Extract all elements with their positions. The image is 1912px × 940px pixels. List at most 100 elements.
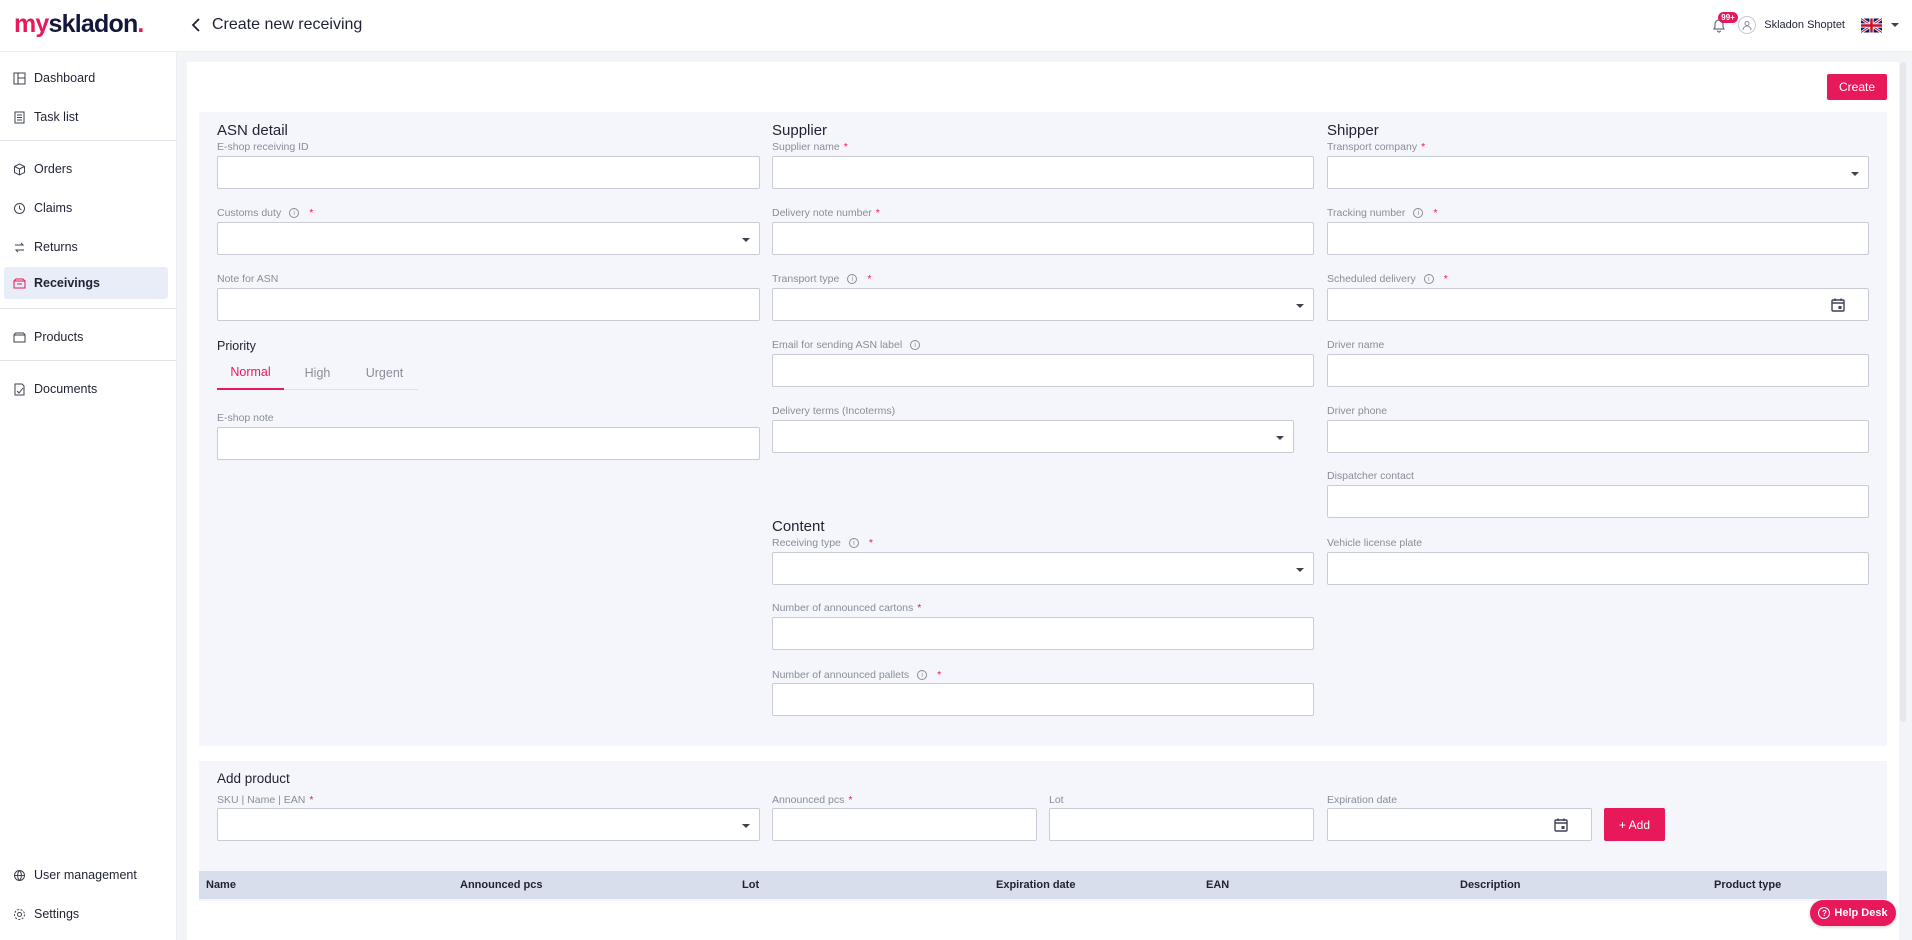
announced-cartons-label: Number of announced cartons *: [772, 602, 922, 614]
tab-urgent[interactable]: Urgent: [351, 356, 418, 390]
column-header-expiration-date[interactable]: Expiration date: [996, 871, 1075, 899]
column-header-lot[interactable]: Lot: [742, 871, 759, 899]
divider: [0, 360, 177, 361]
transport-type-label: Transport type i *: [772, 273, 872, 285]
sidebar-item-receivings[interactable]: Receivings: [4, 267, 168, 299]
priority-label: Priority: [217, 339, 256, 353]
tab-high[interactable]: High: [284, 356, 351, 390]
divider: [0, 308, 177, 309]
scrollbar[interactable]: [1900, 62, 1906, 722]
lot-input[interactable]: [1049, 808, 1314, 841]
user-name[interactable]: Skladon Shoptet: [1764, 19, 1845, 31]
calendar-icon[interactable]: [1553, 817, 1569, 833]
dropdown-arrow-icon: [1296, 304, 1304, 308]
sidebar-item-label: Orders: [34, 162, 73, 176]
sidebar-item-label: Claims: [34, 201, 73, 215]
priority-tabs: Normal High Urgent: [217, 356, 418, 390]
returns-icon: [14, 242, 25, 252]
back-button[interactable]: Create new receiving: [190, 13, 362, 37]
sidebar-item-label: Task list: [34, 110, 79, 124]
notifications-button[interactable]: 99+: [1708, 12, 1738, 36]
tab-normal[interactable]: Normal: [217, 356, 284, 390]
receiving-type-label: Receiving type i *: [772, 537, 873, 549]
logo[interactable]: myskladon.: [14, 10, 144, 39]
sidebar-item-products[interactable]: Products: [4, 321, 168, 353]
chevron-down-icon[interactable]: [1890, 20, 1900, 30]
info-icon: i: [1423, 274, 1434, 284]
column-header-name[interactable]: Name: [206, 871, 236, 899]
vehicle-license-plate-label: Vehicle license plate: [1327, 537, 1423, 549]
chevron-left-icon: [191, 18, 200, 32]
eshop-note-label: E-shop note: [217, 412, 274, 424]
expiration-date-input[interactable]: [1327, 808, 1592, 841]
eshop-receiving-id-label: E-shop receiving ID: [217, 141, 309, 153]
announced-pallets-input[interactable]: [772, 683, 1314, 716]
globe-icon: [14, 869, 25, 881]
note-for-asn-label: Note for ASN: [217, 273, 279, 285]
dropdown-arrow-icon: [742, 238, 750, 242]
scheduled-delivery-input[interactable]: [1327, 288, 1869, 321]
dropdown-arrow-icon: [1296, 568, 1304, 572]
announced-cartons-input[interactable]: [772, 617, 1314, 650]
divider: [0, 140, 177, 141]
help-desk-button[interactable]: ? Help Desk: [1810, 900, 1896, 926]
email-asn-input[interactable]: [772, 354, 1314, 387]
transport-company-select[interactable]: [1327, 156, 1869, 189]
driver-name-input[interactable]: [1327, 354, 1869, 387]
column-header-description[interactable]: Description: [1460, 871, 1521, 899]
sidebar-item-returns[interactable]: Returns: [4, 231, 168, 263]
tracking-number-input[interactable]: [1327, 222, 1869, 255]
announced-pallets-label: Number of announced pallets i *: [772, 669, 942, 681]
transport-company-label: Transport company *: [1327, 141, 1426, 153]
add-product-button[interactable]: + Add: [1604, 808, 1665, 841]
sidebar-item-dashboard[interactable]: Dashboard: [4, 62, 168, 94]
logo-prefix: my: [14, 10, 49, 38]
task-list-icon: [14, 111, 25, 123]
dispatcher-contact-input[interactable]: [1327, 485, 1869, 518]
sidebar-item-documents[interactable]: Documents: [4, 373, 168, 405]
sidebar-item-task-list[interactable]: Task list: [4, 101, 168, 133]
receiving-type-select[interactable]: [772, 552, 1314, 585]
sidebar-item-label: Settings: [34, 907, 80, 921]
sidebar-item-user-management[interactable]: User management: [4, 859, 168, 891]
delivery-note-number-input[interactable]: [772, 222, 1314, 255]
vehicle-license-plate-input[interactable]: [1327, 552, 1869, 585]
note-for-asn-input[interactable]: [217, 288, 760, 321]
transport-type-select[interactable]: [772, 288, 1314, 321]
info-icon: i: [848, 538, 859, 548]
content-title: Content: [772, 518, 825, 535]
column-header-product-type[interactable]: Product type: [1714, 871, 1781, 899]
avatar[interactable]: [1738, 16, 1757, 34]
column-header-announced-pcs[interactable]: Announced pcs: [460, 871, 543, 899]
customs-duty-select[interactable]: [217, 222, 760, 255]
delivery-note-number-label: Delivery note number *: [772, 207, 880, 219]
notifications-badge: 99+: [1718, 12, 1738, 23]
question-icon: ?: [1818, 907, 1831, 919]
products-icon: [13, 332, 26, 342]
add-product-title: Add product: [217, 771, 290, 786]
driver-phone-input[interactable]: [1327, 420, 1869, 453]
sidebar-item-label: User management: [34, 868, 137, 882]
info-icon: i: [847, 274, 858, 284]
customs-duty-label: Customs duty i *: [217, 207, 314, 219]
eshop-note-input[interactable]: [217, 427, 760, 460]
documents-icon: [14, 383, 25, 395]
dropdown-arrow-icon: [742, 824, 750, 828]
dispatcher-contact-label: Dispatcher contact: [1327, 470, 1414, 482]
create-button[interactable]: Create: [1827, 74, 1887, 100]
calendar-icon[interactable]: [1830, 297, 1846, 313]
uk-flag-icon[interactable]: [1861, 17, 1882, 33]
supplier-name-input[interactable]: [772, 156, 1314, 189]
sidebar-item-orders[interactable]: Orders: [4, 153, 168, 185]
column-header-ean[interactable]: EAN: [1206, 871, 1229, 899]
sidebar-item-settings[interactable]: Settings: [4, 898, 168, 930]
user-icon: [1742, 21, 1752, 31]
logo-main: skladon: [48, 10, 139, 38]
sku-select[interactable]: [217, 808, 760, 841]
info-icon: i: [1413, 208, 1424, 218]
sidebar-item-label: Receivings: [34, 276, 101, 290]
announced-pcs-input[interactable]: [772, 808, 1037, 841]
delivery-terms-select[interactable]: [772, 420, 1294, 453]
sidebar-item-claims[interactable]: Claims: [4, 192, 168, 224]
eshop-receiving-id-input[interactable]: [217, 156, 760, 189]
